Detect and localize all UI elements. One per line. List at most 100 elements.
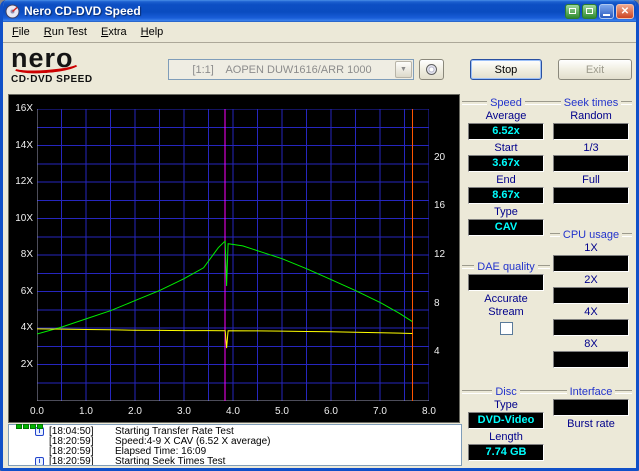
info-icon: i (35, 456, 44, 465)
dae-panel-title: DAE quality (477, 260, 535, 273)
accurate-stream-label-line2: Stream (488, 306, 524, 318)
progress-segment (37, 424, 43, 429)
titlebar-green-button-1[interactable] (565, 3, 580, 19)
speed-label-start: Start (494, 142, 518, 154)
cpu-panel-header: CPU usage (550, 228, 632, 241)
progress-segment (30, 424, 36, 429)
y-axis-tick: 8X (20, 249, 33, 260)
cpu-label-1x: 1X (584, 242, 598, 254)
x-axis-tick: 8.0 (422, 406, 436, 417)
speed-panel-title: Speed (490, 96, 522, 109)
y2-axis-tick: 20 (434, 151, 446, 163)
log-list: i [18:04:50] Starting Transfer Rate Test [1… (8, 424, 462, 466)
close-button[interactable]: ✕ (616, 3, 634, 19)
chevron-down-icon: ▼ (400, 66, 407, 73)
seek-value-1-3 (553, 155, 629, 172)
minimize-button[interactable] (599, 3, 614, 19)
y2-axis-tick: 16 (434, 200, 446, 212)
dae-quality-panel: DAE quality Accurate Stream (462, 260, 550, 335)
log-message: Starting Seek Times Test (115, 455, 226, 466)
y-axis-tick: 16X (15, 103, 33, 114)
exit-button[interactable]: Exit (558, 59, 632, 80)
menu-item-help[interactable]: Help (134, 23, 171, 42)
cpu-value-2x (553, 287, 629, 304)
seek-panel-header: Seek times (550, 96, 632, 109)
seek-times-panel: Seek times Random 1/3 Full (550, 96, 632, 206)
drive-select-value: [1:1] AOPEN DUW1616/ARR 1000 (192, 63, 372, 76)
seek-value-full (553, 187, 629, 204)
log-row[interactable]: [18:20:59] Speed:4-9 X CAV (6.52 X averag… (9, 436, 461, 447)
log-row[interactable]: [18:20:59] Elapsed Time: 16:09 (9, 446, 461, 457)
speed-label-end: End (496, 174, 516, 186)
log-row[interactable]: i [18:20:59] Starting Seek Times Test (9, 455, 461, 466)
speed-value-average: 6.52x (468, 123, 544, 140)
app-icon (5, 4, 20, 19)
y-axis-tick: 12X (15, 176, 33, 187)
transfer-rate-chart: 2X 4X 6X 8X 10X 12X 14X 16X 0.0 1.0 2.0 3.0 4.0 5.0 6.… (8, 94, 460, 423)
seek-label-1-3: 1/3 (583, 142, 599, 154)
window-controls: ✕ (565, 3, 634, 19)
series-rotation-speed (37, 328, 413, 349)
drive-select-arrow-button[interactable]: ▼ (395, 61, 412, 78)
seek-label-full: Full (582, 174, 600, 186)
x-axis-tick: 1.0 (79, 406, 93, 417)
cpu-value-8x (553, 351, 629, 368)
stop-button[interactable]: Stop (470, 59, 542, 80)
minimize-icon (603, 13, 610, 16)
disc-value-length: 7.74 GB (468, 444, 544, 461)
log-timestamp: [18:20:59] (49, 455, 94, 466)
logo-product: CD·DVD SPEED (11, 74, 93, 85)
speed-value-start: 3.67x (468, 155, 544, 172)
y-axis-tick: 2X (20, 358, 33, 370)
log-row[interactable]: i [18:04:50] Starting Transfer Rate Test (9, 426, 461, 437)
disc-label-type: Type (494, 399, 518, 411)
accurate-stream-checkbox[interactable] (499, 322, 513, 335)
eject-button[interactable] (419, 59, 444, 80)
close-icon: ✕ (620, 5, 630, 17)
cpu-label-2x: 2X (584, 274, 598, 286)
y2-axis-tick: 8 (434, 297, 440, 309)
menu-item-file[interactable]: File (5, 23, 37, 42)
y2-axis-tick: 4 (434, 346, 440, 358)
seek-label-random: Random (570, 110, 612, 122)
cpu-panel-title: CPU usage (562, 228, 620, 241)
chart-plot (37, 109, 429, 401)
seek-value-random (553, 123, 629, 140)
y-axis-tick: 6X (20, 285, 33, 297)
interface-panel-title: Interface (569, 385, 613, 398)
burst-rate-label: Burst rate (567, 418, 615, 430)
cpu-value-1x (553, 255, 629, 272)
menu-item-run-test[interactable]: Run Test (37, 23, 94, 42)
drive-select[interactable]: [1:1] AOPEN DUW1616/ARR 1000 ▼ (168, 59, 414, 80)
dae-quality-value-box (468, 274, 544, 291)
menu-item-extra[interactable]: Extra (94, 23, 134, 42)
speed-value-end: 8.67x (468, 187, 544, 204)
green-square-icon (586, 8, 593, 14)
window-title: Nero CD-DVD Speed (24, 4, 141, 18)
disc-value-type: DVD-Video (468, 412, 544, 429)
y-axis-tick: 14X (15, 139, 33, 151)
speed-label-type: Type (494, 206, 518, 218)
menu-bar: File Run Test Extra Help (3, 22, 636, 43)
seek-panel-title: Seek times (563, 96, 619, 109)
cpu-usage-panel: CPU usage 1X 2X 4X 8X (550, 228, 632, 370)
x-axis-tick: 5.0 (275, 406, 289, 417)
interface-panel: Interface Burst rate (550, 385, 632, 430)
speed-label-average: Average (485, 110, 527, 122)
x-axis-tick: 0.0 (30, 406, 44, 417)
green-square-icon (569, 8, 576, 14)
speed-panel-header: Speed (462, 96, 550, 109)
cpu-value-4x (553, 319, 629, 336)
y-axis-tick: 10X (15, 212, 33, 224)
progress-indicator (16, 424, 43, 430)
app-window: Nero CD-DVD Speed ✕ File Run Test Extra Hel… (0, 0, 639, 471)
cpu-label-8x: 8X (584, 338, 598, 350)
disc-panel: Disc Type DVD-Video Length 7.74 GB (462, 385, 550, 463)
progress-segment (23, 424, 29, 429)
x-axis-tick: 4.0 (226, 406, 240, 417)
x-axis-tick: 2.0 (128, 406, 142, 417)
speed-panel: Speed Average 6.52x Start 3.67x End 8.67x Type… (462, 96, 550, 238)
nero-logo: nero CD·DVD SPEED (11, 45, 161, 91)
titlebar-green-button-2[interactable] (582, 3, 597, 19)
titlebar[interactable]: Nero CD-DVD Speed ✕ (3, 0, 636, 22)
